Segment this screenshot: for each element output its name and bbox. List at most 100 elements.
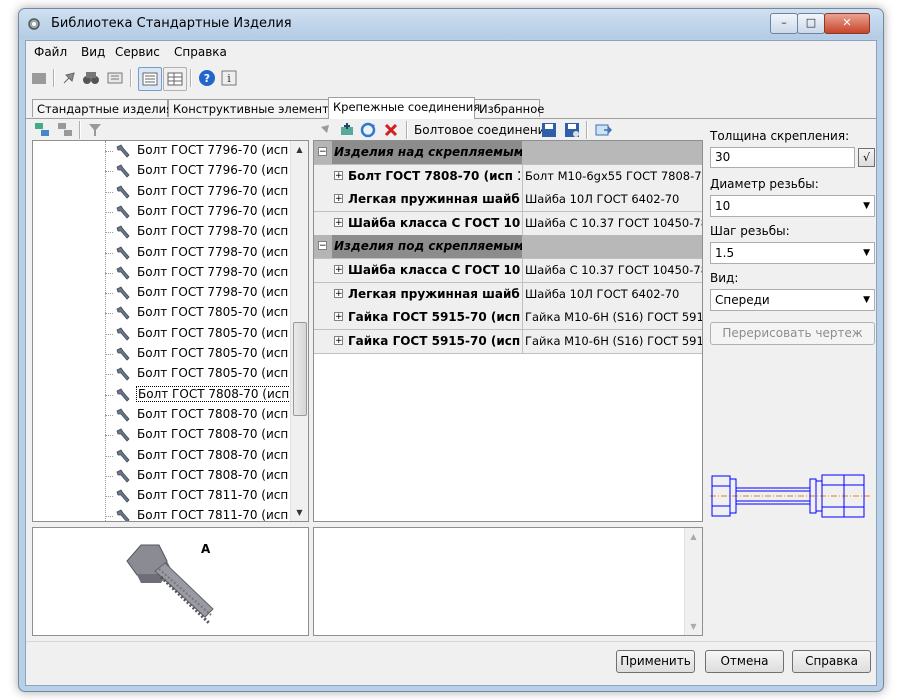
help-button[interactable]: Справка (792, 650, 871, 673)
tree-item[interactable]: Болт ГОСТ 7798-70 (исп 4) (33, 283, 304, 303)
tree-connector (105, 272, 113, 274)
expander-toggle[interactable]: + (334, 312, 343, 322)
tree-item[interactable]: Болт ГОСТ 7811-70 (исп 1) (33, 486, 304, 506)
add-element-icon[interactable] (338, 121, 356, 139)
grid-group-row[interactable]: −Изделия над скрепляемыми д (314, 141, 702, 165)
tree-item[interactable]: Болт ГОСТ 7805-70 (исп 3) (33, 344, 304, 364)
grid-name-cell: Изделия под скрепляемыми д (332, 235, 524, 259)
minimize-button[interactable]: – (770, 13, 798, 34)
expander-toggle[interactable]: + (334, 217, 343, 227)
tree-connector (105, 211, 113, 213)
description-scrollbar[interactable]: ▲ ▼ (684, 528, 702, 635)
scroll-up-arrow[interactable]: ▲ (685, 528, 702, 545)
thickness-input[interactable]: 30 (710, 147, 855, 168)
tab-standard-items[interactable]: Стандартные изделия (32, 99, 173, 117)
grid-group-row[interactable]: −Изделия под скрепляемыми д (314, 235, 702, 260)
grid-item-row[interactable]: + Шайба класса С ГОСТ 10450Шайба С 10.37 … (314, 259, 702, 283)
scroll-down-arrow[interactable]: ▼ (291, 504, 308, 521)
filter-icon[interactable] (86, 121, 104, 139)
tree-item-label: Болт ГОСТ 7805-70 (исп 2) (137, 325, 305, 340)
tree-item[interactable]: Болт ГОСТ 7808-70 (исп 3) (33, 425, 304, 445)
expander-toggle[interactable]: + (334, 335, 343, 345)
tree-item[interactable]: Болт ГОСТ 7808-70 (исп 5) (33, 466, 304, 486)
connection-grid[interactable]: −Изделия над скрепляемыми д+Болт ГОСТ 78… (313, 140, 703, 522)
thickness-apply-button[interactable]: √ (858, 148, 875, 167)
menu-file[interactable]: Файл (34, 45, 67, 59)
pitch-select[interactable]: 1.5 ▼ (710, 242, 875, 264)
expander-toggle[interactable]: + (334, 170, 343, 180)
expander-toggle[interactable]: + (334, 194, 343, 204)
items-tree[interactable]: Болт ГОСТ 7796-70 (исп 2) Болт ГОСТ 7796-… (32, 140, 309, 522)
maximize-button[interactable]: □ (797, 13, 825, 34)
tree-item-label: Болт ГОСТ 7798-70 (исп 1) (137, 224, 305, 239)
tree-item[interactable]: Болт ГОСТ 7808-70 (исп 1) (33, 385, 308, 405)
view-letter-label: A (201, 542, 211, 556)
pin-icon[interactable] (60, 69, 78, 87)
tree-item[interactable]: Болт ГОСТ 7808-70 (исп 4) (33, 446, 304, 466)
tree-item[interactable]: Болт ГОСТ 7805-70 (исп 2) (33, 324, 304, 344)
grid-item-row[interactable]: + Гайка ГОСТ 5915-70 (исп 1) Гайка М10-6Н … (314, 306, 702, 331)
tab-structural-elements[interactable]: Конструктивные элементы (168, 99, 338, 117)
delete-icon[interactable] (382, 121, 400, 139)
help-icon[interactable]: ? (198, 69, 216, 87)
add-node-icon[interactable] (33, 121, 51, 139)
tree-item[interactable]: Болт ГОСТ 7798-70 (исп 1) (33, 222, 304, 242)
close-button[interactable]: ✕ (824, 13, 870, 34)
tree-item-label: Болт ГОСТ 7805-70 (исп 3) (137, 346, 305, 360)
grid-name-cell: Изделия над скрепляемыми д (332, 141, 524, 164)
save-as-icon[interactable] (563, 121, 581, 139)
list-view-icon[interactable] (106, 69, 124, 87)
scroll-down-arrow[interactable]: ▼ (685, 618, 702, 635)
pin-icon[interactable] (315, 121, 333, 139)
tree-item[interactable]: Болт ГОСТ 7808-70 (исп 2) (33, 405, 304, 425)
grid-item-row[interactable]: + Гайка ГОСТ 5915-70 (исп 1) Гайка М10-6Н … (314, 329, 702, 354)
wrench-icon (116, 205, 130, 219)
tree-item[interactable]: Болт ГОСТ 7798-70 (исп 3) (33, 263, 304, 283)
refresh-icon[interactable] (359, 121, 377, 139)
tree-item[interactable]: Болт ГОСТ 7796-70 (исп 2) (33, 141, 304, 161)
tree-item[interactable]: Болт ГОСТ 7796-70 (исп 5) (33, 202, 304, 222)
grid-item-row[interactable]: + Болт ГОСТ 7808-70 (исп 1) Болт М10-6gx55… (314, 164, 702, 189)
menu-service[interactable]: Сервис (115, 45, 160, 59)
view-select[interactable]: Спереди ▼ (710, 289, 875, 311)
grid-item-row[interactable]: + Легкая пружинная шайба ГШайба 10Л ГОСТ … (314, 282, 702, 307)
expander-toggle[interactable]: − (318, 147, 327, 157)
tree-connector (105, 354, 113, 355)
tree-item[interactable]: Болт ГОСТ 7805-70 (исп 1) (33, 303, 304, 323)
details-view-toggle[interactable] (138, 67, 162, 91)
tree-scrollbar[interactable]: ▲ ▼ (290, 141, 308, 521)
wrench-icon (116, 327, 130, 341)
export-icon[interactable] (594, 121, 612, 139)
save-icon[interactable] (540, 121, 558, 139)
title-bar[interactable]: Библиотека Стандартные Изделия – □ ✕ (19, 9, 883, 39)
wrench-icon (116, 448, 130, 463)
diameter-select[interactable]: 10 ▼ (710, 195, 875, 217)
menu-help[interactable]: Справка (174, 45, 227, 59)
binoculars-icon[interactable] (82, 69, 100, 87)
grid-value-cell: Гайка М10-6Н (S16) ГОСТ 5915-7 (522, 306, 702, 330)
tab-favorites[interactable]: Избранное (474, 99, 544, 117)
scroll-thumb[interactable] (293, 322, 307, 416)
cancel-button[interactable]: Отмена (705, 650, 784, 673)
tree-item[interactable]: Болт ГОСТ 7796-70 (исп 3) (33, 161, 304, 181)
tab-fastener-connections[interactable]: Крепежные соединения (328, 97, 480, 119)
table-view-toggle[interactable] (163, 67, 187, 91)
expander-toggle[interactable]: + (334, 265, 343, 275)
expander-toggle[interactable]: − (318, 241, 327, 251)
tree-item-label: Болт ГОСТ 7796-70 (исп 4) (137, 183, 305, 198)
remove-node-icon[interactable] (56, 121, 74, 139)
grid-value-cell: Шайба С 10.37 ГОСТ 10450-78 (522, 211, 702, 235)
expander-toggle[interactable]: + (334, 288, 343, 298)
tree-item[interactable]: Болт ГОСТ 7811-70 (исп 2) (33, 506, 304, 521)
tree-item[interactable]: Болт ГОСТ 7805-70 (исп 4) (33, 364, 304, 384)
grid-item-row[interactable]: + Шайба класса С ГОСТ 10450Шайба С 10.37 … (314, 211, 702, 236)
apply-button[interactable]: Применить (616, 650, 695, 673)
info-icon[interactable]: i (220, 69, 238, 87)
redraw-drawing-button[interactable]: Перерисовать чертеж (710, 322, 875, 345)
folder-icon[interactable] (30, 69, 48, 87)
tree-item[interactable]: Болт ГОСТ 7796-70 (исп 4) (33, 182, 304, 202)
grid-item-row[interactable]: + Легкая пружинная шайба ГШайба 10Л ГОСТ … (314, 188, 702, 213)
scroll-up-arrow[interactable]: ▲ (291, 141, 308, 158)
tree-item[interactable]: Болт ГОСТ 7798-70 (исп 2) (33, 243, 304, 263)
menu-view[interactable]: Вид (81, 45, 105, 59)
